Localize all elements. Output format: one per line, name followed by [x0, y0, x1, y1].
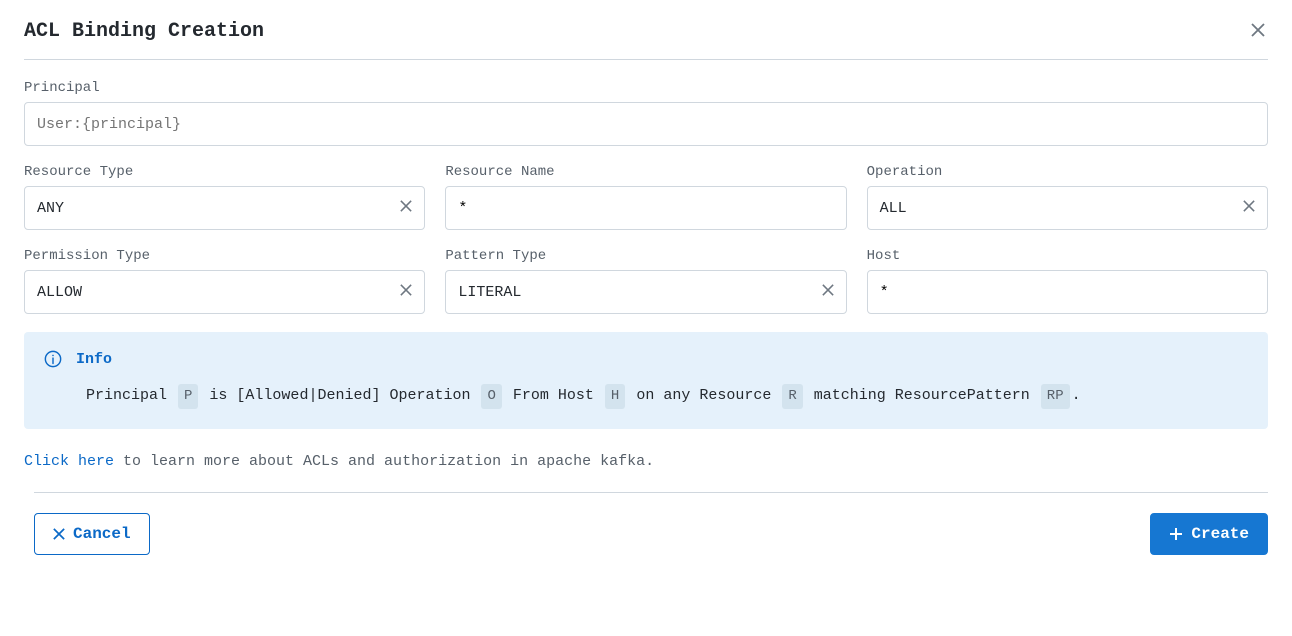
- pattern-type-label: Pattern Type: [445, 248, 846, 264]
- operation-select[interactable]: ALL: [867, 186, 1268, 230]
- host-label: Host: [867, 248, 1268, 264]
- info-title: Info: [76, 351, 112, 368]
- permission-type-select[interactable]: ALLOW: [24, 270, 425, 314]
- info-body: Principal P is [Allowed|Denied] Operatio…: [44, 382, 1248, 409]
- learn-more-text: Click here to learn more about ACLs and …: [24, 453, 1268, 470]
- info-text: From Host: [504, 387, 603, 404]
- permission-type-value: ALLOW: [37, 284, 82, 301]
- pattern-type-value: LITERAL: [458, 284, 521, 301]
- cancel-label: Cancel: [73, 525, 131, 543]
- info-text: matching ResourcePattern: [805, 387, 1039, 404]
- resource-name-label: Resource Name: [445, 164, 846, 180]
- info-text: .: [1072, 387, 1081, 404]
- create-label: Create: [1191, 525, 1249, 543]
- info-icon: [44, 350, 62, 368]
- close-icon: [53, 528, 65, 540]
- kbd-principal: P: [178, 384, 198, 409]
- kbd-resource: R: [782, 384, 802, 409]
- kbd-operation: O: [481, 384, 501, 409]
- learn-more-rest: to learn more about ACLs and authorizati…: [114, 453, 654, 470]
- principal-label: Principal: [24, 80, 1268, 96]
- operation-label: Operation: [867, 164, 1268, 180]
- plus-icon: [1169, 527, 1183, 541]
- clear-icon[interactable]: [822, 283, 834, 301]
- info-text: Principal: [86, 387, 176, 404]
- dialog-title: ACL Binding Creation: [24, 20, 264, 43]
- info-box: Info Principal P is [Allowed|Denied] Ope…: [24, 332, 1268, 429]
- learn-more-link[interactable]: Click here: [24, 453, 114, 470]
- close-icon: [1251, 21, 1265, 42]
- clear-icon[interactable]: [400, 283, 412, 301]
- info-text: is [Allowed|Denied] Operation: [200, 387, 479, 404]
- resource-type-value: ANY: [37, 200, 64, 217]
- create-button[interactable]: Create: [1150, 513, 1268, 555]
- resource-type-label: Resource Type: [24, 164, 425, 180]
- host-input[interactable]: [867, 270, 1268, 314]
- permission-type-label: Permission Type: [24, 248, 425, 264]
- kbd-host: H: [605, 384, 625, 409]
- cancel-button[interactable]: Cancel: [34, 513, 150, 555]
- close-button[interactable]: [1248, 22, 1268, 42]
- resource-type-select[interactable]: ANY: [24, 186, 425, 230]
- principal-input[interactable]: [24, 102, 1268, 146]
- kbd-resource-pattern: RP: [1041, 384, 1070, 409]
- clear-icon[interactable]: [1243, 199, 1255, 217]
- resource-name-input[interactable]: [445, 186, 846, 230]
- operation-value: ALL: [880, 200, 907, 217]
- pattern-type-select[interactable]: LITERAL: [445, 270, 846, 314]
- clear-icon[interactable]: [400, 199, 412, 217]
- info-text: on any Resource: [627, 387, 780, 404]
